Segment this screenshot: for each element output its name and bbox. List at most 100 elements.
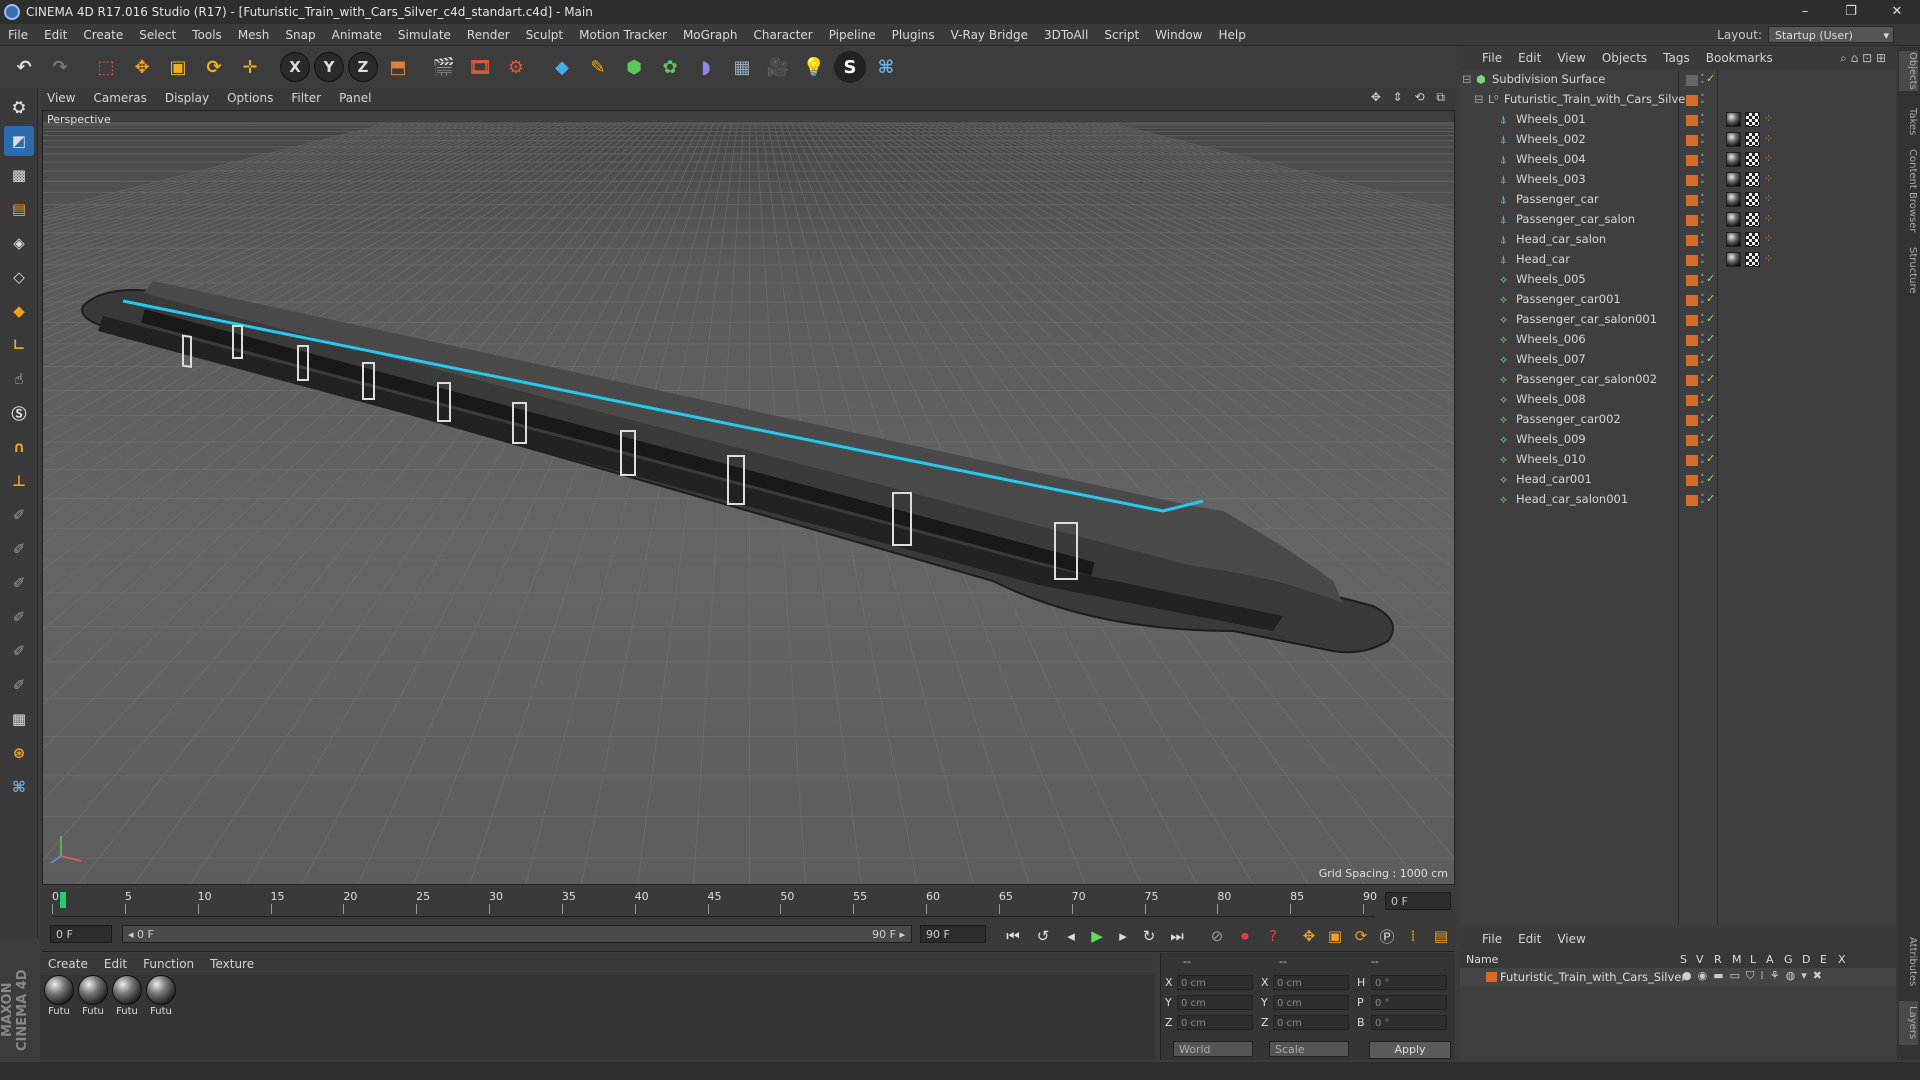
selection-tag-icon[interactable]: ⁘ <box>1764 232 1779 247</box>
menu-select[interactable]: Select <box>131 28 184 42</box>
menu-animate[interactable]: Animate <box>324 28 390 42</box>
object-menu-file[interactable]: File <box>1474 51 1510 65</box>
object-row[interactable]: ⟡ Passenger_car002 • • ✓ <box>1460 410 1896 430</box>
record-keys-icon[interactable]: ⊘ <box>1206 925 1228 947</box>
scale-icon[interactable]: ▣ <box>162 51 194 83</box>
brush-tool-icon[interactable]: ✐ <box>4 500 34 530</box>
material-tag-icon[interactable] <box>1726 212 1741 227</box>
timeline[interactable]: 0 5 10 15 20 25 30 35 40 45 50 55 60 65 70 75 80 85 90 0 F <box>42 888 1455 918</box>
layer-color-tag[interactable] <box>1686 435 1698 446</box>
make-editable-icon[interactable]: ⛭ <box>4 92 34 122</box>
menu-tools[interactable]: Tools <box>184 28 230 42</box>
menu-pipeline[interactable]: Pipeline <box>821 28 884 42</box>
tweak-mode-icon[interactable]: ☝ <box>4 364 34 394</box>
rotation-h-field[interactable]: 0 ° <box>1371 975 1447 990</box>
object-search-icon[interactable]: ⌕ ⌂ ⊡ ⊞ <box>1840 51 1886 66</box>
coordinate-mode-dropdown[interactable]: Scale <box>1269 1041 1349 1057</box>
edges-mode-icon[interactable]: ◇ <box>4 262 34 292</box>
visibility-dots-icon[interactable]: • • <box>1700 132 1705 147</box>
texture-tag-icon[interactable] <box>1745 172 1760 187</box>
visibility-dots-icon[interactable]: • • <box>1700 472 1705 487</box>
texture-tag-icon[interactable] <box>1745 152 1760 167</box>
model-mode-icon[interactable]: ◩ <box>4 126 34 156</box>
texture-tag-icon[interactable] <box>1745 132 1760 147</box>
viewport-menu-view[interactable]: View <box>40 91 82 105</box>
tab-attributes[interactable]: Attributes <box>1899 931 1918 993</box>
camera-icon[interactable]: 🎥 <box>762 51 794 83</box>
layer-color-tag[interactable] <box>1686 235 1698 246</box>
python-icon[interactable]: ⌘ <box>870 51 902 83</box>
position-x-field[interactable]: 0 cm <box>1177 975 1253 990</box>
selection-tag-icon[interactable]: ⁘ <box>1764 192 1779 207</box>
relax-tool-icon[interactable]: ✐ <box>4 568 34 598</box>
visibility-dots-icon[interactable]: • • <box>1700 392 1705 407</box>
render-settings-icon[interactable]: ⚙ <box>500 51 532 83</box>
enabled-check-icon[interactable]: ✓ <box>1706 432 1715 445</box>
menu-create[interactable]: Create <box>75 28 131 42</box>
tree-collapse-icon[interactable]: ⊟ <box>1462 72 1472 86</box>
layer-color-tag[interactable] <box>1686 215 1698 226</box>
layer-color-tag[interactable] <box>1686 495 1698 506</box>
floor-icon[interactable]: ▦ <box>726 51 758 83</box>
object-row[interactable]: ⟡ Passenger_car001 • • ✓ <box>1460 290 1896 310</box>
menu-snap[interactable]: Snap <box>277 28 323 42</box>
material-tag-icon[interactable] <box>1726 252 1741 267</box>
go-to-end-icon[interactable]: ⏭ <box>1166 925 1188 947</box>
workplane-icon[interactable]: ▤ <box>4 194 34 224</box>
tab-structure[interactable]: Structure <box>1899 243 1918 297</box>
layer-menu-file[interactable]: File <box>1474 932 1510 946</box>
menu-character[interactable]: Character <box>745 28 820 42</box>
material-menu-create[interactable]: Create <box>40 957 96 971</box>
selection-tag-icon[interactable]: ⁘ <box>1764 112 1779 127</box>
enabled-check-icon[interactable]: ✓ <box>1706 292 1715 305</box>
object-row[interactable]: ⊟ ⬢ Subdivision Surface • • ✓ <box>1460 70 1896 90</box>
menu-plugins[interactable]: Plugins <box>884 28 943 42</box>
selection-tag-icon[interactable]: ⁘ <box>1764 152 1779 167</box>
enabled-check-icon[interactable]: ✓ <box>1706 312 1715 325</box>
enabled-check-icon[interactable]: ✓ <box>1706 352 1715 365</box>
visibility-dots-icon[interactable]: • • <box>1700 252 1705 267</box>
object-row[interactable]: ⟡ Wheels_005 • • ✓ <box>1460 270 1896 290</box>
paint-tool-icon[interactable]: ✐ <box>4 534 34 564</box>
visibility-dots-icon[interactable]: • • <box>1700 212 1705 227</box>
tab-objects[interactable]: Objects <box>1899 51 1918 91</box>
object-row[interactable]: ⊟ L⁰ Futuristic_Train_with_Cars_Silver • • <box>1460 90 1896 110</box>
material-menu-edit[interactable]: Edit <box>96 957 135 971</box>
go-to-start-icon[interactable]: ⏮ <box>1002 925 1024 947</box>
material-swatch[interactable]: Futu <box>146 975 176 1017</box>
enabled-check-icon[interactable]: ✓ <box>1706 332 1715 345</box>
visibility-dots-icon[interactable]: • • <box>1700 112 1705 127</box>
viewport-navigation-icons[interactable]: ✥ ⇕ ⟲ ⧉ <box>1371 90 1449 105</box>
frame-range-slider[interactable]: ◂ 0 F 90 F ▸ <box>122 925 912 943</box>
layer-menu-view[interactable]: View <box>1549 932 1593 946</box>
object-row[interactable]: ⟡ Wheels_010 • • ✓ <box>1460 450 1896 470</box>
texture-mode-icon[interactable]: ▩ <box>4 160 34 190</box>
layer-color-tag[interactable] <box>1686 335 1698 346</box>
object-menu-bookmarks[interactable]: Bookmarks <box>1698 51 1781 65</box>
timeline-ruler[interactable]: 0 5 10 15 20 25 30 35 40 45 50 55 60 65 70 75 80 85 90 <box>52 888 1377 917</box>
current-frame-display[interactable]: 0 F <box>1385 892 1451 910</box>
material-tag-icon[interactable] <box>1726 112 1741 127</box>
minimize-button[interactable]: – <box>1782 0 1828 24</box>
visibility-dots-icon[interactable]: • • <box>1700 72 1705 87</box>
layer-toggle-icons[interactable]: ●◉▬▭⛉⁞⚘◍▾✖ <box>1682 969 1828 983</box>
apply-button[interactable]: Apply <box>1369 1041 1451 1059</box>
visibility-dots-icon[interactable]: • • <box>1700 352 1705 367</box>
menu-file[interactable]: File <box>0 28 36 42</box>
visibility-dots-icon[interactable]: • • <box>1700 172 1705 187</box>
selection-tag-icon[interactable]: ⁘ <box>1764 172 1779 187</box>
workplane-axis-icon[interactable]: ⊥ <box>4 466 34 496</box>
next-frame-icon[interactable]: ▸ <box>1112 925 1134 947</box>
enabled-check-icon[interactable]: ✓ <box>1706 492 1715 505</box>
layer-color-tag[interactable] <box>1686 355 1698 366</box>
tab-takes[interactable]: Takes <box>1899 105 1918 139</box>
max-frame-field[interactable]: 90 F <box>920 925 986 943</box>
object-row[interactable]: ⍋ Head_car • • ⁘ <box>1460 250 1896 270</box>
object-menu-tags[interactable]: Tags <box>1655 51 1698 65</box>
selection-tag-icon[interactable]: ⁘ <box>1764 212 1779 227</box>
layout-dropdown[interactable]: Startup (User) <box>1768 26 1894 44</box>
object-row[interactable]: ⍋ Passenger_car_salon • • ⁘ <box>1460 210 1896 230</box>
keyframe-selection-icon[interactable]: ? <box>1262 925 1284 947</box>
material-tag-icon[interactable] <box>1726 172 1741 187</box>
texture-tag-icon[interactable] <box>1745 192 1760 207</box>
